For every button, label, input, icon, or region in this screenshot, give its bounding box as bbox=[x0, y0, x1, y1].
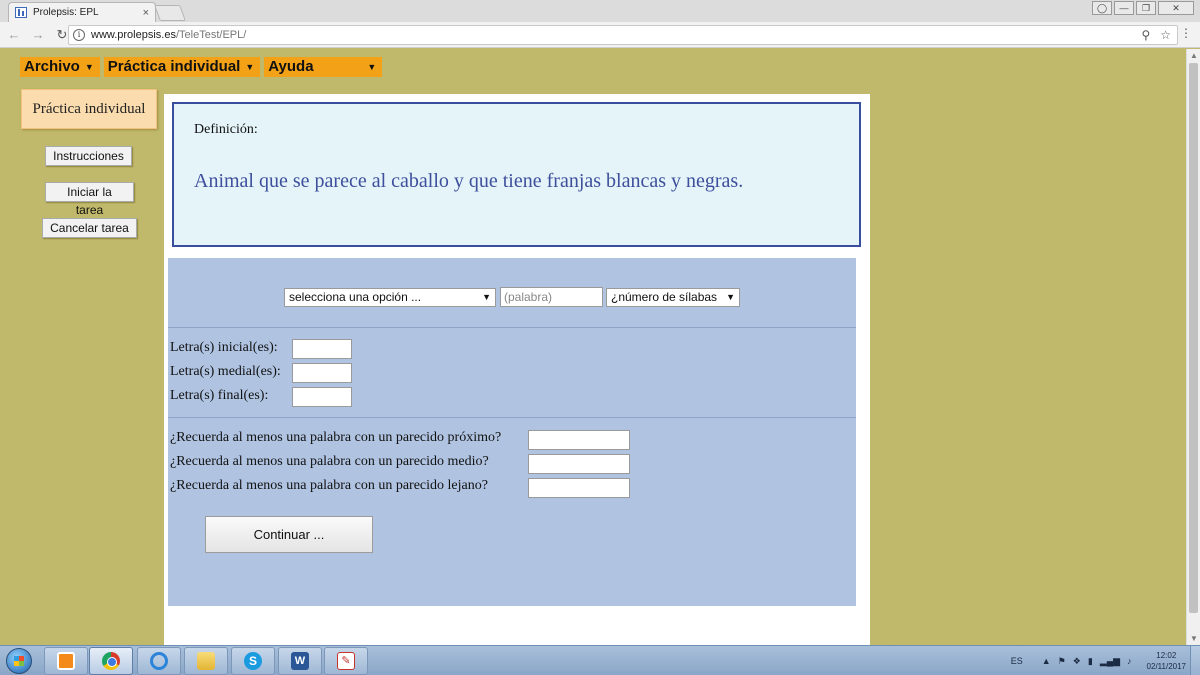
browser-tab[interactable]: Prolepsis: EPL × bbox=[8, 2, 156, 22]
show-desktop-button[interactable] bbox=[1190, 646, 1200, 675]
tab-close-icon[interactable]: × bbox=[143, 7, 149, 19]
syllables-select[interactable]: ¿número de sílabas ▼ bbox=[606, 288, 740, 307]
page-scrollbar[interactable]: ▲ ▼ bbox=[1186, 49, 1200, 645]
scroll-down-icon[interactable]: ▼ bbox=[1190, 634, 1198, 643]
media-player-icon bbox=[57, 652, 75, 670]
recall-far-label: ¿Recuerda al menos una palabra con un pa… bbox=[170, 478, 488, 493]
instrucciones-button[interactable]: Instrucciones bbox=[45, 146, 132, 166]
chrome-icon bbox=[102, 652, 120, 670]
menu-label: Archivo bbox=[24, 58, 80, 75]
taskbar-word[interactable]: W bbox=[278, 647, 322, 675]
section-divider bbox=[168, 417, 856, 418]
iniciar-tarea-button[interactable]: Iniciar la tarea bbox=[45, 182, 134, 217]
definition-text: Animal que se parece al caballo y que ti… bbox=[194, 170, 744, 192]
answer-form: selecciona una opción ... ▼ ¿número de s… bbox=[168, 258, 856, 606]
system-tray: ES ▲ ⚑ ❖ ▮ ▂▄▆ ♪ 12:02 02/11/2017 bbox=[1011, 646, 1186, 675]
option-select[interactable]: selecciona una opción ... ▼ bbox=[284, 288, 496, 307]
window-controls: ◯ — ❐ ✕ bbox=[1092, 1, 1194, 15]
show-hidden-icons-icon[interactable]: ▲ bbox=[1042, 656, 1051, 666]
task-panel: Definición: Animal que se parece al caba… bbox=[164, 94, 870, 645]
word-input[interactable] bbox=[500, 287, 603, 307]
word-icon: W bbox=[291, 652, 309, 670]
minimize-icon[interactable]: — bbox=[1114, 1, 1134, 15]
medial-letters-input[interactable] bbox=[292, 363, 352, 383]
clock-time: 12:02 bbox=[1156, 651, 1177, 660]
folder-icon bbox=[197, 652, 215, 670]
menu-ayuda[interactable]: Ayuda ▼ bbox=[264, 57, 383, 77]
cancelar-tarea-button[interactable]: Cancelar tarea bbox=[42, 218, 137, 238]
network-icon[interactable]: ▂▄▆ bbox=[1100, 656, 1120, 667]
option-select-value: selecciona una opción ... bbox=[289, 290, 422, 304]
recall-medium-label: ¿Recuerda al menos una palabra con un pa… bbox=[170, 454, 489, 469]
windows-taskbar: S W ✎ ES ▲ ⚑ ❖ ▮ ▂▄▆ ♪ 12:02 02/11/2017 bbox=[0, 645, 1200, 675]
browser-tabstrip: Prolepsis: EPL × ◯ — ❐ ✕ bbox=[0, 0, 1200, 22]
start-button[interactable] bbox=[6, 648, 32, 674]
taskbar-skype[interactable]: S bbox=[231, 647, 275, 675]
taskbar-chrome[interactable] bbox=[89, 647, 133, 675]
caret-down-icon: ▼ bbox=[367, 62, 377, 72]
caret-down-icon: ▼ bbox=[726, 292, 735, 302]
scroll-up-icon[interactable]: ▲ bbox=[1190, 51, 1198, 60]
menu-label: Práctica individual bbox=[107, 58, 241, 75]
taskbar-clock[interactable]: 12:02 02/11/2017 bbox=[1147, 650, 1186, 672]
taskbar-file-explorer[interactable] bbox=[184, 647, 228, 675]
dropbox-icon[interactable]: ❖ bbox=[1073, 656, 1081, 667]
recall-close-input[interactable] bbox=[528, 430, 630, 450]
recall-medium-input[interactable] bbox=[528, 454, 630, 474]
initial-letters-label: Letra(s) inicial(es): bbox=[170, 340, 278, 355]
taskbar-pdf-reader[interactable]: ✎ bbox=[324, 647, 368, 675]
medial-letters-label: Letra(s) medial(es): bbox=[170, 364, 281, 379]
new-tab-button[interactable] bbox=[154, 5, 186, 21]
section-divider bbox=[168, 327, 856, 328]
address-bar[interactable]: i www.prolepsis.es/TeleTest/EPL/ ⚲ ☆ bbox=[68, 25, 1178, 45]
volume-icon[interactable]: ♪ bbox=[1127, 656, 1132, 666]
definition-box: Definición: Animal que se parece al caba… bbox=[172, 102, 861, 247]
url-path: /TeleTest/EPL/ bbox=[175, 29, 247, 41]
taskbar-internet-explorer[interactable] bbox=[137, 647, 181, 675]
tab-title: Prolepsis: EPL bbox=[33, 7, 99, 18]
restore-icon[interactable]: ❐ bbox=[1136, 1, 1156, 15]
app-menubar: Archivo ▼ Práctica individual ▼ Ayuda ▼ bbox=[20, 57, 383, 77]
menu-archivo[interactable]: Archivo ▼ bbox=[20, 57, 100, 77]
recall-close-label: ¿Recuerda al menos una palabra con un pa… bbox=[170, 430, 502, 445]
final-letters-input[interactable] bbox=[292, 387, 352, 407]
taskbar-media-player[interactable] bbox=[44, 647, 88, 675]
address-bar-actions: ⚲ ☆ bbox=[1141, 28, 1171, 42]
continue-button[interactable]: Continuar ... bbox=[205, 516, 373, 553]
definition-label: Definición: bbox=[194, 122, 258, 137]
internet-explorer-icon bbox=[150, 652, 168, 670]
back-icon[interactable]: ← bbox=[4, 27, 24, 42]
final-letters-label: Letra(s) final(es): bbox=[170, 388, 269, 403]
caret-down-icon: ▼ bbox=[482, 292, 491, 302]
browser-menu-icon[interactable]: ⋮ bbox=[1180, 26, 1192, 40]
forward-icon[interactable]: → bbox=[28, 27, 48, 42]
close-icon[interactable]: ✕ bbox=[1158, 1, 1194, 15]
recall-far-input[interactable] bbox=[528, 478, 630, 498]
prolepsis-favicon-icon bbox=[15, 7, 27, 18]
user-icon[interactable]: ◯ bbox=[1092, 1, 1112, 15]
sidebar-title: Práctica individual bbox=[21, 89, 157, 129]
skype-icon: S bbox=[244, 652, 262, 670]
scroll-thumb[interactable] bbox=[1189, 63, 1198, 613]
info-icon[interactable]: i bbox=[73, 29, 85, 41]
caret-down-icon: ▼ bbox=[84, 62, 94, 72]
url-host: www.prolepsis.es bbox=[91, 29, 176, 41]
syllables-select-value: ¿número de sílabas bbox=[611, 290, 718, 304]
web-page: Archivo ▼ Práctica individual ▼ Ayuda ▼ … bbox=[0, 49, 1186, 645]
browser-toolbar: ← → ↻ i www.prolepsis.es/TeleTest/EPL/ ⚲… bbox=[0, 22, 1200, 48]
clock-date: 02/11/2017 bbox=[1146, 662, 1186, 671]
device-icon[interactable]: ▮ bbox=[1088, 656, 1093, 667]
caret-down-icon: ▼ bbox=[245, 62, 255, 72]
pdf-icon: ✎ bbox=[337, 652, 355, 670]
zoom-icon[interactable]: ⚲ bbox=[1141, 28, 1150, 42]
menu-practica-individual[interactable]: Práctica individual ▼ bbox=[103, 57, 261, 77]
language-indicator[interactable]: ES bbox=[1011, 656, 1023, 666]
bookmark-star-icon[interactable]: ☆ bbox=[1160, 28, 1171, 42]
menu-label: Ayuda bbox=[268, 58, 314, 75]
flag-icon[interactable]: ⚑ bbox=[1058, 656, 1066, 667]
initial-letters-input[interactable] bbox=[292, 339, 352, 359]
